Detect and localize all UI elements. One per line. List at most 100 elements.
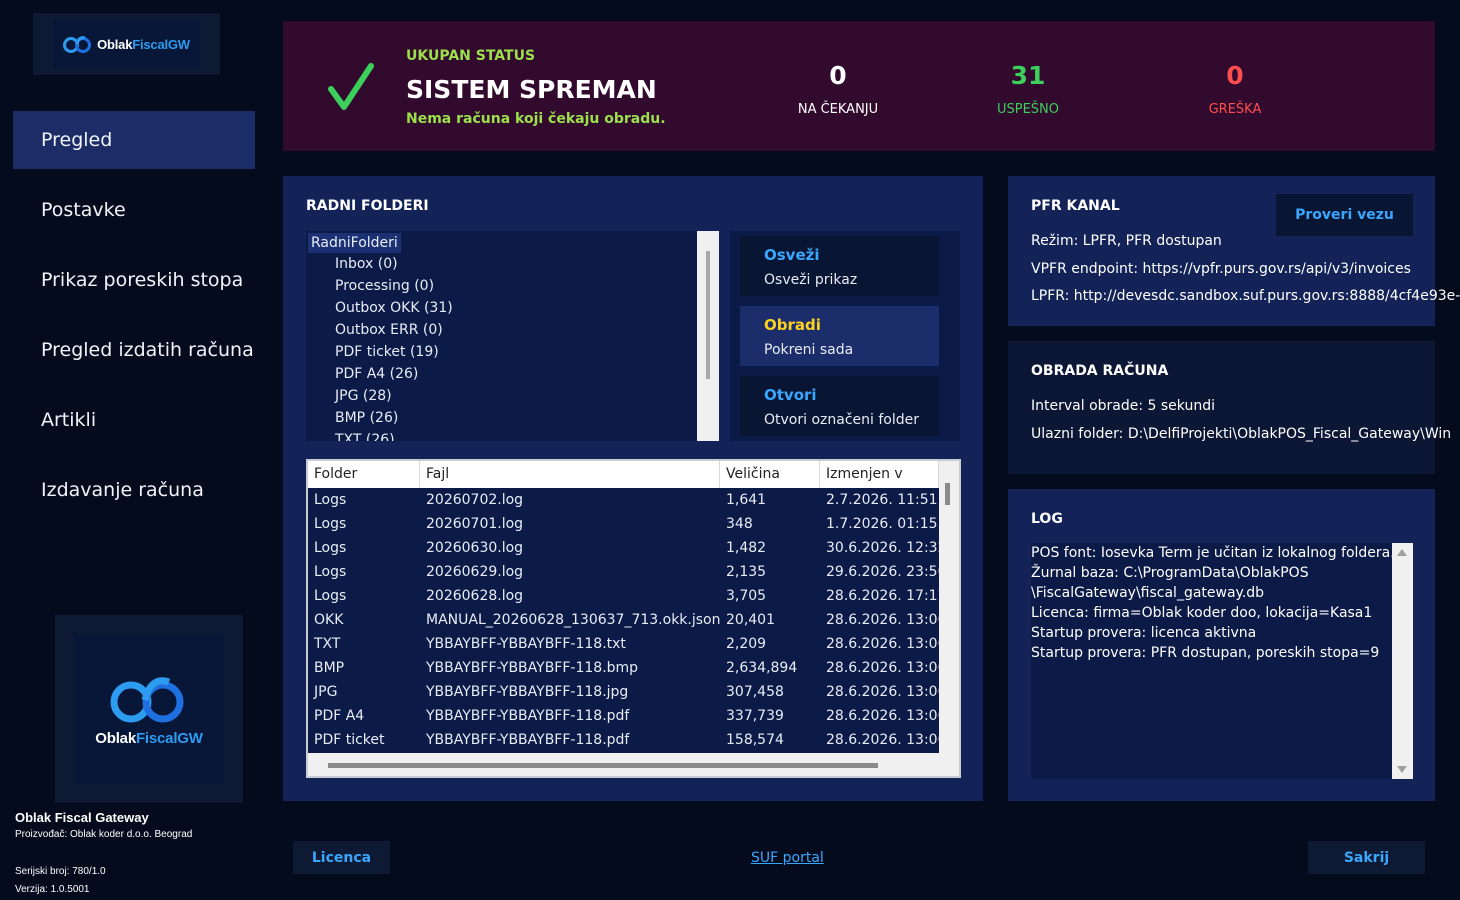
cell-file: YBBAYBFF-YBBAYBFF-118.pdf: [426, 732, 630, 748]
scroll-thumb[interactable]: [706, 251, 710, 379]
tree-item-txt[interactable]: TXT (26): [335, 429, 453, 441]
column-header-fajl[interactable]: Fajl: [420, 461, 720, 488]
cell-folder: Logs: [314, 588, 347, 604]
log-line: Startup provera: PFR dostupan, poreskih …: [1031, 645, 1380, 661]
scroll-down-icon[interactable]: [1397, 766, 1407, 773]
table-row[interactable]: OKK MANUAL_20260628_130637_713.okk.json 20…: [308, 608, 939, 632]
brand-name: OblakFiscalGW: [95, 729, 203, 747]
cell-size: 307,458: [726, 684, 784, 700]
process-button-title: Obradi: [764, 316, 821, 334]
table-row[interactable]: PDF A4 YBBAYBFF-YBBAYBFF-118.pdf 337,739 28…: [308, 704, 939, 728]
table-row[interactable]: Logs 20260630.log 1,482 30.6.2026. 12:32:2: [308, 536, 939, 560]
table-body: Logs20260702.log1,6412.7.2026. 11:51:25 L…: [308, 488, 939, 752]
table-row[interactable]: Logs 20260628.log 3,705 28.6.2026. 17:17:5: [308, 584, 939, 608]
status-title: SISTEM SPREMAN: [406, 75, 657, 104]
process-button-desc: Pokreni sada: [764, 342, 854, 358]
cell-size: 2,135: [726, 564, 767, 580]
license-button[interactable]: Licenca: [293, 841, 390, 874]
scroll-thumb[interactable]: [945, 483, 950, 505]
refresh-button[interactable]: Osveži Osveži prikaz: [740, 236, 939, 296]
table-row[interactable]: Logs 20260701.log 348 1.7.2026. 01:15:50: [308, 512, 939, 536]
scroll-thumb[interactable]: [328, 763, 878, 768]
cell-modified: 30.6.2026. 12:32:2: [826, 540, 939, 556]
cell-file: YBBAYBFF-YBBAYBFF-118.bmp: [426, 660, 639, 676]
suf-portal-link[interactable]: SUF portal: [751, 850, 824, 866]
table-row[interactable]: BMP YBBAYBFF-YBBAYBFF-118.bmp 2,634,894 28.…: [308, 656, 939, 680]
folder-tree[interactable]: RadniFolderi Inbox (0) Processing (0) Ou…: [306, 231, 719, 441]
cell-file: YBBAYBFF-YBBAYBFF-118.txt: [426, 636, 626, 652]
column-header-velicina[interactable]: Veličina: [720, 461, 820, 488]
tree-root[interactable]: RadniFolderi: [308, 233, 401, 253]
tree-item-bmp[interactable]: BMP (26): [335, 407, 453, 429]
cell-folder: Logs: [314, 516, 347, 532]
log-scrollbar[interactable]: [1392, 543, 1413, 779]
table-horizontal-scrollbar[interactable]: [308, 753, 939, 776]
tree-item-pdf-a4[interactable]: PDF A4 (26): [335, 363, 453, 385]
tree-item-jpg[interactable]: JPG (28): [335, 385, 453, 407]
sidebar-item-postavke[interactable]: Postavke: [13, 181, 255, 239]
cell-folder: BMP: [314, 660, 345, 676]
pfr-mode: Režim: LPFR, PFR dostupan: [1031, 233, 1222, 249]
stat-success-value: 31: [1010, 61, 1046, 90]
cell-file: 20260629.log: [426, 564, 524, 580]
cell-file: 20260701.log: [426, 516, 524, 532]
sidebar-item-label: Pregled: [41, 129, 113, 151]
stat-pending-label: NA ČEKANJU: [797, 102, 879, 117]
status-label: UKUPAN STATUS: [406, 48, 536, 64]
sidebar-item-izdati-racuni[interactable]: Pregled izdatih računa: [13, 321, 255, 379]
stat-error-label: GREŠKA: [1208, 102, 1262, 117]
stat-pending: 0 NA ČEKANJU: [758, 61, 918, 117]
table-row[interactable]: PDF ticket YBBAYBFF-YBBAYBFF-118.pdf 158,5…: [308, 728, 939, 752]
app-version: Verzija: 1.0.5001: [15, 884, 90, 895]
open-folder-button[interactable]: Otvori Otvori označeni folder: [740, 376, 939, 436]
cell-size: 337,739: [726, 708, 784, 724]
check-connection-button[interactable]: Proveri vezu: [1276, 194, 1413, 236]
tree-item-outbox-err[interactable]: Outbox ERR (0): [335, 319, 453, 341]
cell-modified: 28.6.2026. 13:06:4: [826, 660, 939, 676]
cell-file: YBBAYBFF-YBBAYBFF-118.pdf: [426, 708, 630, 724]
hide-button[interactable]: Sakrij: [1308, 841, 1425, 874]
open-folder-button-desc: Otvori označeni folder: [764, 412, 919, 428]
sidebar-item-label: Izdavanje računa: [41, 479, 204, 501]
folder-actions: Osveži Osveži prikaz Obradi Pokreni sada…: [730, 231, 960, 441]
processing-title: OBRADA RAČUNA: [1031, 363, 1169, 379]
app-name: Oblak Fiscal Gateway: [15, 810, 149, 825]
column-header-folder[interactable]: Folder: [308, 461, 420, 488]
cell-modified: 28.6.2026. 13:06:4: [826, 684, 939, 700]
sidebar-item-izdavanje[interactable]: Izdavanje računa: [13, 461, 255, 519]
column-header-izmenjen[interactable]: Izmenjen v: [820, 461, 939, 488]
process-button[interactable]: Obradi Pokreni sada: [740, 306, 939, 366]
stat-error: 0 GREŠKA: [1155, 61, 1315, 117]
tree-item-inbox[interactable]: Inbox (0): [335, 253, 453, 275]
cell-folder: PDF A4: [314, 708, 365, 724]
cell-modified: 28.6.2026. 17:17:5: [826, 588, 939, 604]
table-row[interactable]: Logs 20260702.log 1,641 2.7.2026. 11:51:25: [308, 488, 939, 512]
sidebar-item-label: Pregled izdatih računa: [41, 339, 254, 361]
log-textbox[interactable]: POS font: Iosevka Term je učitan iz loka…: [1031, 543, 1413, 779]
tree-item-pdf-ticket[interactable]: PDF ticket (19): [335, 341, 453, 363]
cell-size: 2,634,894: [726, 660, 798, 676]
pfr-title: PFR KANAL: [1031, 198, 1120, 214]
log-line: POS font: Iosevka Term je učitan iz loka…: [1031, 545, 1395, 561]
pfr-lpfr-endpoint: LPFR: http://devesdc.sandbox.suf.purs.go…: [1031, 288, 1460, 304]
cell-folder: PDF ticket: [314, 732, 385, 748]
table-row[interactable]: TXT YBBAYBFF-YBBAYBFF-118.txt 2,209 28.6.20…: [308, 632, 939, 656]
table-row[interactable]: Logs 20260629.log 2,135 29.6.2026. 23:50:3: [308, 560, 939, 584]
tree-item-processing[interactable]: Processing (0): [335, 275, 453, 297]
open-folder-button-title: Otvori: [764, 386, 817, 404]
scroll-up-icon[interactable]: [1397, 549, 1407, 556]
cell-modified: 2.7.2026. 11:51:25: [826, 492, 939, 508]
sidebar-item-pregled[interactable]: Pregled: [13, 111, 255, 169]
tree-scrollbar[interactable]: [697, 231, 719, 441]
scroll-corner: [939, 753, 959, 776]
sidebar-item-poreske-stope[interactable]: Prikaz poreskih stopa: [13, 251, 255, 309]
table-row[interactable]: JPG YBBAYBFF-YBBAYBFF-118.jpg 307,458 28.6.…: [308, 680, 939, 704]
app-producer: Proizvođač: Oblak koder d.o.o. Beograd: [15, 829, 193, 840]
sidebar-item-artikli[interactable]: Artikli: [13, 391, 255, 449]
cloud-logo-icon: [110, 676, 184, 722]
cell-file: 20260702.log: [426, 492, 524, 508]
table-vertical-scrollbar[interactable]: [939, 461, 959, 753]
files-table: Folder Fajl Veličina Izmenjen v Logs 2026…: [306, 459, 961, 778]
tree-item-outbox-okk[interactable]: Outbox OKK (31): [335, 297, 453, 319]
processing-interval: Interval obrade: 5 sekundi: [1031, 398, 1215, 414]
